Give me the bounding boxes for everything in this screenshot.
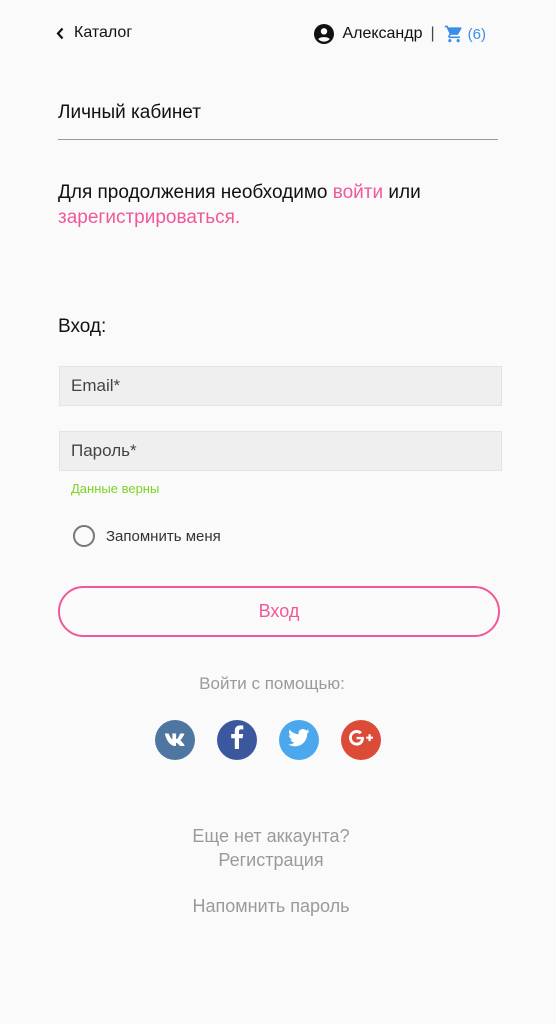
remember-me-option[interactable]: Запомнить меня bbox=[73, 525, 221, 547]
top-bar: Каталог Александр | (6) bbox=[0, 0, 556, 68]
email-field-wrapper bbox=[59, 366, 502, 406]
google-plus-icon bbox=[349, 730, 373, 750]
remind-password-link[interactable]: Напомнить пароль bbox=[0, 896, 542, 917]
register-link[interactable]: зарегистрироваться. bbox=[58, 207, 240, 228]
cart-count: (6) bbox=[467, 25, 486, 43]
social-login-label: Войти с помощью: bbox=[199, 674, 345, 693]
google-plus-login-button[interactable] bbox=[341, 720, 381, 760]
login-heading: Вход: bbox=[58, 316, 107, 337]
auth-notice: Для продолжения необходимо войти или зар… bbox=[58, 180, 498, 230]
password-field-wrapper bbox=[59, 431, 502, 471]
chevron-left-icon bbox=[56, 27, 64, 39]
login-link[interactable]: войти bbox=[333, 182, 383, 203]
remember-me-label: Запомнить меня bbox=[106, 527, 221, 545]
twitter-login-button[interactable] bbox=[279, 720, 319, 760]
facebook-icon bbox=[230, 724, 244, 756]
header-separator: | bbox=[430, 25, 435, 42]
remember-me-radio[interactable] bbox=[73, 525, 95, 547]
title-divider bbox=[58, 139, 498, 140]
no-account-text: Еще нет аккаунта? bbox=[192, 826, 350, 846]
notice-text: Для продолжения необходимо bbox=[58, 182, 333, 203]
vk-icon bbox=[164, 732, 186, 749]
password-input[interactable] bbox=[60, 432, 501, 470]
cart-icon bbox=[444, 24, 464, 44]
account-circle-icon[interactable] bbox=[314, 24, 335, 44]
facebook-login-button[interactable] bbox=[217, 720, 257, 760]
vk-login-button[interactable] bbox=[155, 720, 195, 760]
back-to-catalog-link[interactable]: Каталог bbox=[56, 24, 132, 42]
page-title: Личный кабинет bbox=[58, 102, 201, 123]
notice-middle-text: или bbox=[383, 182, 421, 203]
registration-link[interactable]: Регистрация bbox=[0, 850, 542, 871]
twitter-icon bbox=[288, 728, 310, 752]
validation-hint: Данные верны bbox=[71, 481, 160, 496]
back-label: Каталог bbox=[74, 24, 133, 41]
cart-button[interactable]: (6) bbox=[444, 24, 486, 44]
user-name[interactable]: Александр bbox=[342, 25, 422, 43]
login-button[interactable]: Вход bbox=[58, 586, 500, 637]
social-login-buttons bbox=[155, 720, 381, 760]
user-area: Александр | (6) bbox=[314, 24, 486, 44]
email-input[interactable] bbox=[60, 367, 501, 405]
